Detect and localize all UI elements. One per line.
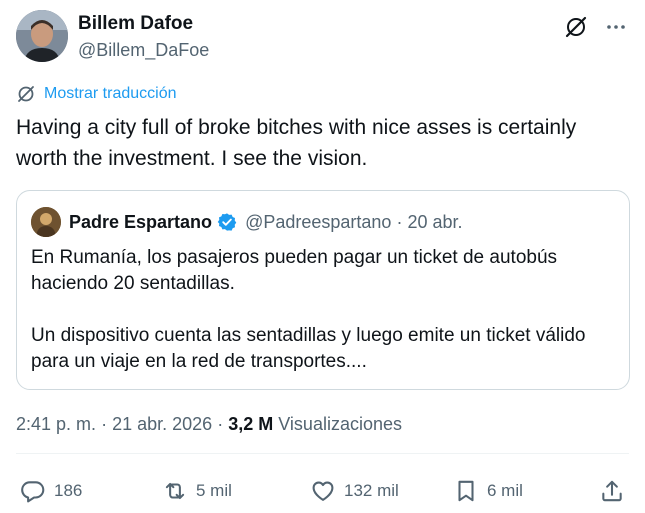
views-label: Visualizaciones <box>278 414 402 434</box>
meta-separator: · <box>101 414 108 434</box>
quoted-author-avatar[interactable] <box>31 207 61 237</box>
quoted-tweet-text: En Rumanía, los pasajeros pueden pagar u… <box>31 245 617 375</box>
quoted-tweet-header: Padre Espartano @Padreespartano · 20 abr… <box>31 207 463 237</box>
like-button[interactable]: 132 mil <box>310 478 399 504</box>
translate-icon <box>18 86 34 102</box>
quoted-author-handle: @Padreespartano · 20 abr. <box>245 212 462 233</box>
tweet-header: Billem Dafoe @Billem_DaFoe <box>16 8 629 62</box>
like-icon <box>312 481 334 501</box>
repost-count: 5 mil <box>196 481 232 500</box>
more-icon[interactable] <box>603 14 629 40</box>
tweet-date[interactable]: 21 abr. 2026 <box>112 414 212 434</box>
quoted-paragraph: Un dispositivo cuenta las sentadillas y … <box>31 325 586 372</box>
verified-badge-icon <box>217 213 237 231</box>
meta-separator: · <box>217 414 224 434</box>
bookmark-icon <box>458 480 474 502</box>
tweet-meta: 2:41 p. m. · 21 abr. 2026 · 3,2 M Visual… <box>16 414 402 435</box>
bookmark-button[interactable]: 6 mil <box>453 478 523 504</box>
quoted-tweet[interactable]: Padre Espartano @Padreespartano · 20 abr… <box>16 190 630 390</box>
bookmark-count: 6 mil <box>487 481 523 500</box>
reply-icon <box>21 481 45 503</box>
tweet-text: Having a city full of broke bitches with… <box>16 116 577 170</box>
quoted-paragraph: En Rumanía, los pasajeros pueden pagar u… <box>31 247 558 294</box>
share-button[interactable] <box>599 478 625 504</box>
quoted-separator: · <box>396 211 403 232</box>
quoted-handle-text: @Padreespartano <box>245 211 392 232</box>
show-translation-link[interactable]: Mostrar traducción <box>16 84 177 104</box>
author-avatar[interactable] <box>16 10 68 62</box>
divider <box>16 453 629 454</box>
quoted-author-name: Padre Espartano <box>69 211 213 232</box>
author-handle[interactable]: @Billem_DaFoe <box>78 38 209 62</box>
action-bar: 186 5 mil 132 mil 6 mil <box>16 478 629 510</box>
reply-button[interactable]: 186 <box>20 478 82 504</box>
repost-icon <box>165 482 185 500</box>
repost-button[interactable]: 5 mil <box>162 478 232 504</box>
quoted-date: 20 abr. <box>407 211 463 232</box>
author-names: Billem Dafoe @Billem_DaFoe <box>78 12 209 62</box>
share-icon <box>602 480 622 502</box>
tweet-time[interactable]: 2:41 p. m. <box>16 414 96 434</box>
grok-icon[interactable] <box>563 14 589 40</box>
show-translation-label: Mostrar traducción <box>44 85 177 102</box>
views-count[interactable]: 3,2 M <box>228 414 273 434</box>
like-count: 132 mil <box>344 481 399 500</box>
author-display-name[interactable]: Billem Dafoe <box>78 12 209 36</box>
reply-count: 186 <box>54 481 83 500</box>
